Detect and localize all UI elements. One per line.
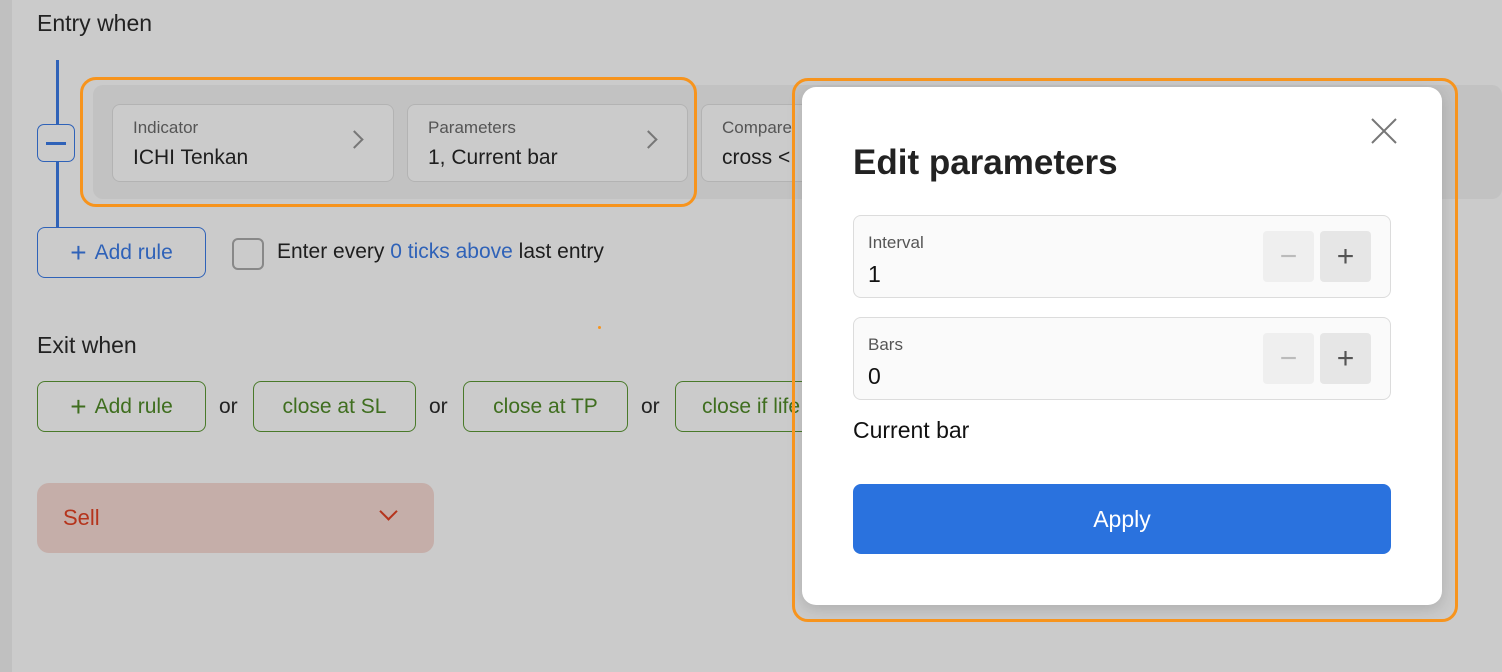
highlight-outline [792,78,1458,622]
add-rule-label: Add rule [94,240,173,264]
enter-every-checkbox[interactable] [232,238,264,270]
compare-value: cross < [722,146,791,169]
chevron-down-icon [379,502,398,521]
enter-every-suffix: last entry [518,240,604,263]
or-label: or [219,395,238,418]
direction-value: Sell [63,505,100,530]
left-panel-edge [0,0,12,672]
remove-rule-button[interactable] [37,124,75,162]
plus-icon: + [70,390,87,422]
highlight-outline [80,77,697,207]
or-label: or [641,395,660,418]
compare-label: Compare [722,118,792,137]
entry-title: Entry when [37,10,153,36]
exit-title: Exit when [37,332,137,358]
enter-every-prefix: Enter every [277,240,385,263]
close-at-sl-button[interactable]: close at SL [253,381,416,432]
exit-add-rule-button[interactable]: + Add rule [37,381,206,432]
enter-every-text: Enter every 0 ticks above last entry [277,240,604,264]
entry-add-rule-button[interactable]: + Add rule [37,227,206,278]
or-label: or [429,395,448,418]
direction-select[interactable]: Sell [37,483,434,553]
plus-icon: + [70,236,87,268]
ticks-above-link[interactable]: 0 ticks above [390,240,513,263]
close-at-tp-button[interactable]: close at TP [463,381,628,432]
cursor-dot [598,326,601,329]
add-rule-label: Add rule [94,394,173,418]
